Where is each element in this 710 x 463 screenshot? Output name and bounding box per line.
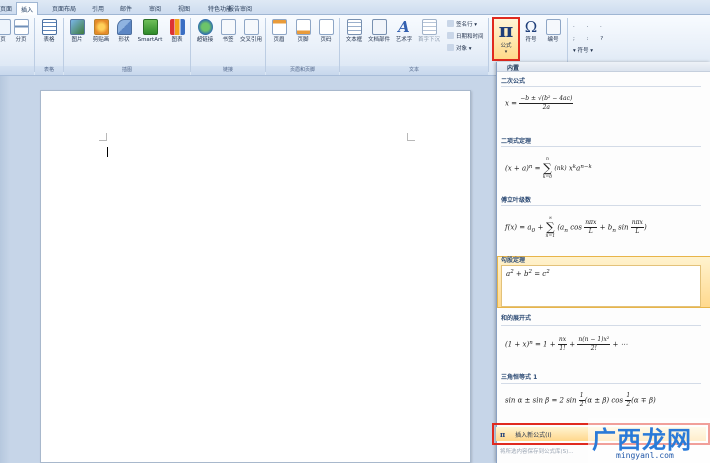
- group-label-header-footer: 页眉和页脚: [266, 66, 339, 75]
- object-icon: [447, 44, 454, 51]
- page-break-button[interactable]: 分页: [11, 19, 31, 44]
- wordart-button[interactable]: A 艺术字: [393, 19, 415, 44]
- clipart-button[interactable]: 剪贴画: [89, 19, 113, 44]
- picture-button[interactable]: 图片: [67, 19, 87, 44]
- header-icon: [271, 19, 287, 35]
- equation-binomial[interactable]: (x + a)n = n ∑ k=0 (nk) xkan−k: [501, 146, 701, 190]
- group-separator: [190, 18, 191, 72]
- wordart-icon: A: [398, 18, 410, 36]
- chart-button[interactable]: 图表: [166, 19, 188, 44]
- group-separator: [265, 18, 266, 72]
- tab-insert[interactable]: 插入: [16, 2, 39, 15]
- dropcap-button[interactable]: 首字下沉: [416, 19, 442, 44]
- equation-title: 勾股定理: [501, 257, 526, 264]
- omega-icon: Ω: [524, 18, 538, 36]
- tab-mailings[interactable]: 邮件: [116, 2, 136, 15]
- equation-title: 二次公式: [501, 78, 526, 85]
- textbox-button[interactable]: 文本框: [342, 19, 366, 44]
- page-number-button[interactable]: 页码: [316, 19, 336, 44]
- calendar-icon: [447, 32, 454, 39]
- watermark-url: mingyanl.com: [616, 451, 674, 460]
- pi-icon: π: [498, 18, 514, 42]
- smartart-icon: [142, 19, 158, 35]
- equation-title: 傅立叶级数: [501, 197, 532, 204]
- tab-page-layout[interactable]: 页面布局: [48, 2, 80, 15]
- save-selection-to-gallery[interactable]: 将所选内容保存到公式库(S)...: [500, 447, 574, 455]
- tab-view[interactable]: 视图: [174, 2, 194, 15]
- number-icon: [545, 19, 561, 35]
- picture-icon: [69, 19, 85, 35]
- signature-icon: [447, 20, 454, 27]
- special-symbols-row-1[interactable]: · · ·: [573, 23, 607, 32]
- document-page[interactable]: [40, 90, 471, 463]
- page-number-icon: [318, 19, 334, 35]
- clipart-icon: [93, 19, 109, 35]
- equation-title: 和的展开式: [501, 315, 532, 322]
- globe-icon: [197, 19, 213, 35]
- margin-corner-mark: [99, 133, 107, 141]
- equation-title: 三角恒等式 1: [501, 374, 538, 381]
- watermark: 广西龙网 mingyanl.com: [588, 418, 710, 463]
- document-area: [0, 76, 496, 463]
- page-button[interactable]: 页: [0, 19, 11, 44]
- equation-pythagorean[interactable]: a2 + b2 = c2: [501, 265, 701, 307]
- equation-fourier[interactable]: f(x) = a0 + ∞ ∑ n=1 (an cos nπx L + bn sin …: [501, 205, 701, 251]
- chevron-down-icon: ▾: [504, 49, 508, 55]
- equation-button[interactable]: π 公式 ▾: [492, 17, 520, 61]
- signature-line-button[interactable]: 签名行 ▾: [447, 20, 477, 29]
- group-separator: [488, 18, 489, 72]
- object-button[interactable]: 对象 ▾: [447, 44, 472, 53]
- group-label-pages: [0, 66, 34, 75]
- text-cursor: [107, 147, 108, 157]
- group-label-illustrations: 插图: [64, 66, 190, 75]
- equation-gallery: 内置 二次公式 x = −b ± √(b² − 4ac) 2a 二项式定理 (x …: [496, 62, 710, 463]
- quick-parts-icon: [371, 19, 387, 35]
- table-button[interactable]: 表格: [37, 19, 61, 44]
- date-time-button[interactable]: 日期和时间: [447, 32, 484, 41]
- footer-icon: [295, 19, 311, 35]
- table-icon: [41, 19, 57, 35]
- tab-report-review[interactable]: 报告审阅: [224, 2, 256, 15]
- equation-title: 二项式定理: [501, 138, 532, 145]
- footer-button[interactable]: 页脚: [292, 19, 314, 44]
- shapes-button[interactable]: 形状: [114, 19, 134, 44]
- equation-trig-identity[interactable]: sin α ± sin β = 2 sin 1 2 (α ± β) cos 1 2 (α…: [501, 383, 701, 419]
- page-break-icon: [13, 19, 29, 35]
- hyperlink-button[interactable]: 超链接: [193, 19, 217, 44]
- group-separator: [34, 18, 35, 72]
- equation-taylor-expansion[interactable]: (1 + x)n = 1 + nx 1! + n(n − 1)x² 2! + ⋯: [501, 325, 701, 371]
- bookmark-button[interactable]: 书签: [219, 19, 237, 44]
- special-symbols-row-2[interactable]: ; : ?: [573, 35, 608, 44]
- number-button[interactable]: 编号: [544, 19, 562, 44]
- tab-home[interactable]: 页面: [0, 2, 16, 15]
- group-label-links: 链接: [191, 66, 265, 75]
- bookmark-icon: [220, 19, 236, 35]
- special-symbol-button[interactable]: ▾ 符号 ▾: [573, 47, 593, 56]
- ribbon-tab-strip: 页面 插入 页面布局 引用 邮件 审阅 视图 特色功能 报告审阅: [0, 0, 710, 15]
- cross-reference-button[interactable]: 交叉引用: [239, 19, 263, 44]
- tab-review[interactable]: 审阅: [145, 2, 165, 15]
- vertical-ruler: [0, 76, 10, 463]
- quick-parts-button[interactable]: 文档部件: [367, 19, 391, 44]
- group-label-text: 文本: [340, 66, 488, 75]
- chart-icon: [169, 19, 185, 35]
- equation-quadratic[interactable]: x = −b ± √(b² − 4ac) 2a: [501, 86, 701, 122]
- group-separator: [63, 18, 64, 72]
- page-icon: [0, 19, 11, 35]
- dropcap-icon: [421, 19, 437, 35]
- pi-icon: π: [500, 430, 506, 439]
- cross-reference-icon: [243, 19, 259, 35]
- tab-references[interactable]: 引用: [88, 2, 108, 15]
- symbol-button[interactable]: Ω 符号: [520, 19, 542, 44]
- group-label-tables: 表格: [35, 66, 63, 75]
- watermark-text: 广西龙网: [592, 426, 692, 454]
- margin-corner-mark: [407, 133, 415, 141]
- group-separator: [339, 18, 340, 72]
- smartart-button[interactable]: SmartArt: [135, 19, 165, 44]
- gallery-header: 内置: [497, 62, 710, 72]
- textbox-icon: [346, 19, 362, 35]
- shapes-icon: [116, 19, 132, 35]
- header-button[interactable]: 页眉: [268, 19, 290, 44]
